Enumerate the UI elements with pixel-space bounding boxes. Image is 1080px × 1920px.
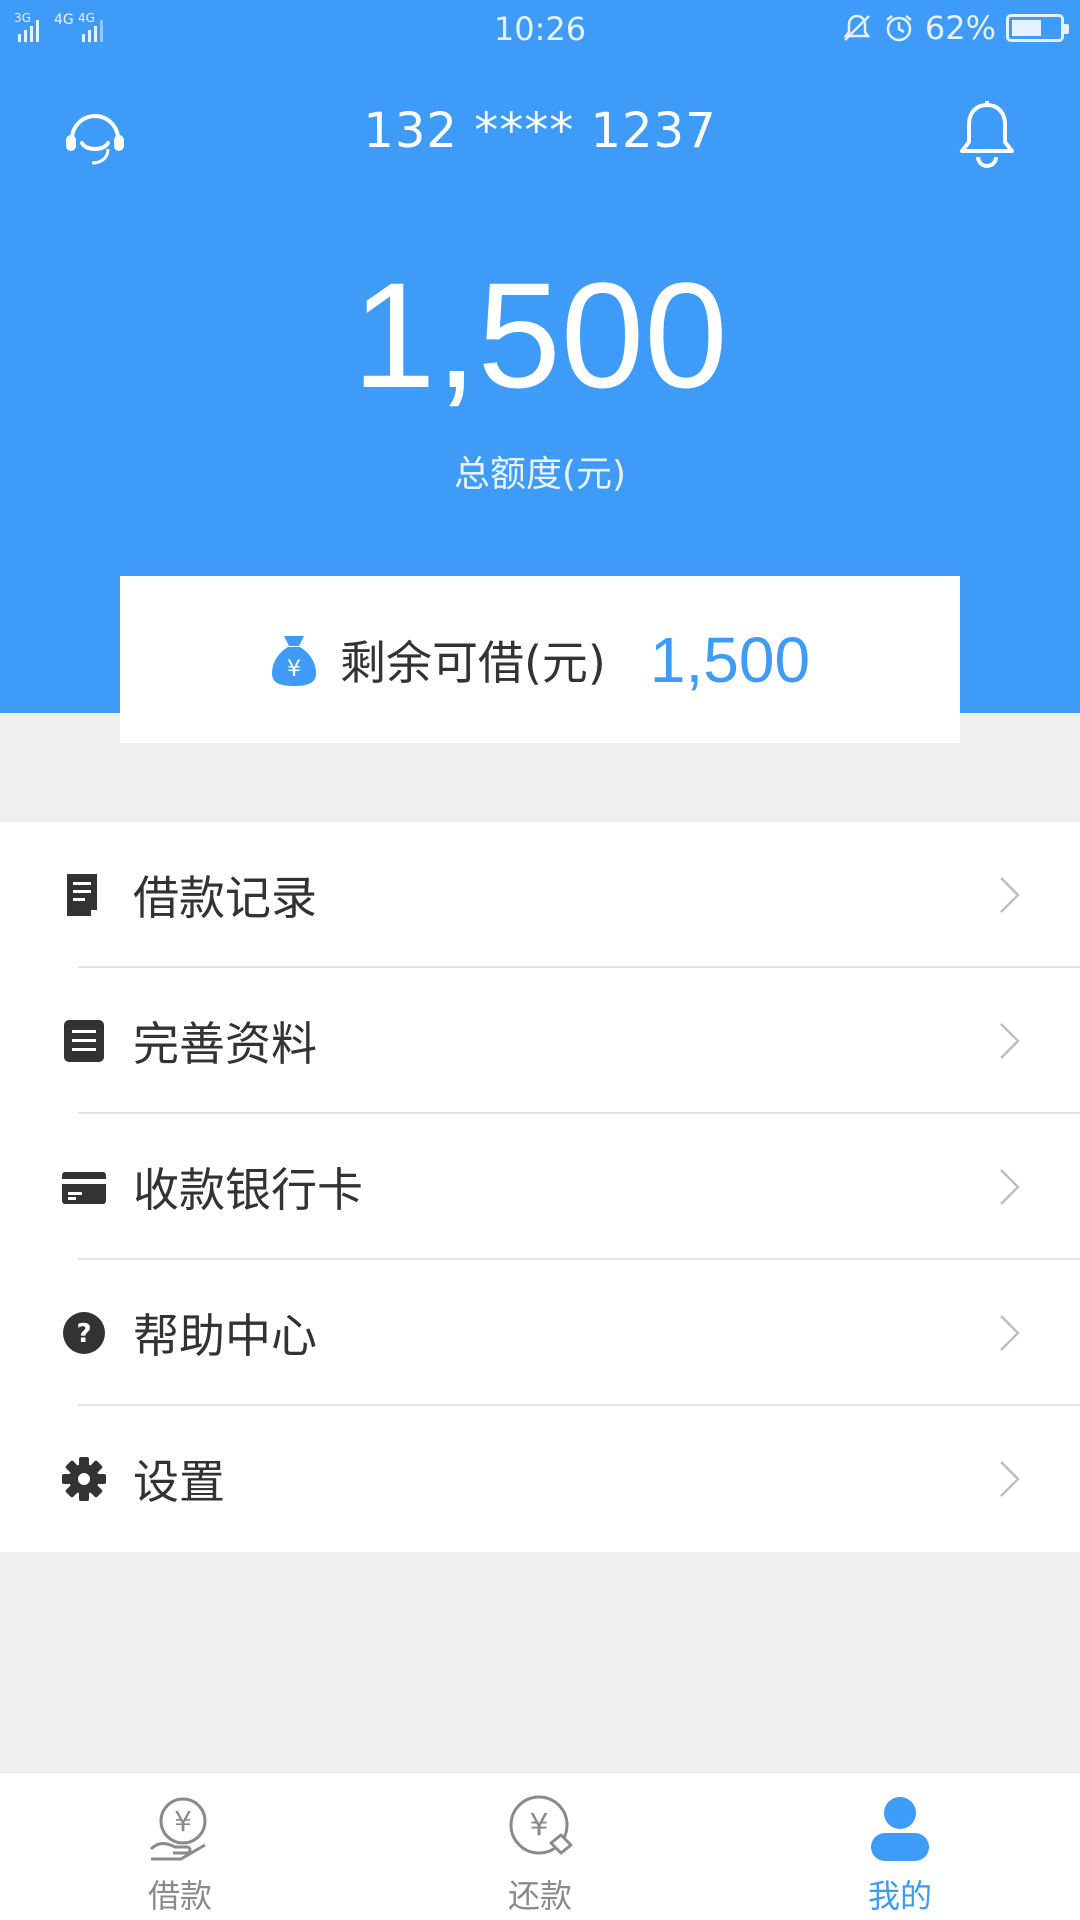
menu-item-loan-records[interactable]: 借款记录 [0,822,1080,968]
chevron-right-icon [1000,877,1020,913]
chevron-right-icon [1000,1023,1020,1059]
account-menu: 借款记录 完善资料 收款银行卡 ? 帮助中心 设置 [0,822,1080,1552]
tab-repay[interactable]: ¥ 还款 [360,1773,720,1920]
menu-label: 借款记录 [133,871,317,925]
remaining-credit-label: 剩余可借(元) [339,635,606,690]
menu-label: 设置 [133,1455,225,1509]
profile-doc-icon [64,1020,104,1062]
mute-icon [843,14,871,41]
help-icon: ? [63,1312,105,1354]
menu-item-help-center[interactable]: ? 帮助中心 [0,1260,1080,1406]
alarm-icon [886,15,912,42]
notification-bell-icon[interactable] [954,99,1020,171]
bottom-tab-bar: ¥ 借款 ¥ 还款 我的 [0,1772,1080,1920]
svg-text:¥: ¥ [174,1805,192,1838]
remaining-credit-value: 1,500 [649,623,811,696]
total-amount: 1,500 [352,251,728,419]
menu-label: 完善资料 [133,1017,317,1071]
loan-record-icon [67,874,97,916]
menu-label: 帮助中心 [133,1309,317,1363]
battery-level [1012,20,1041,36]
tab-borrow[interactable]: ¥ 借款 [0,1773,360,1920]
svg-text:?: ? [76,1319,91,1349]
tab-mine[interactable]: 我的 [720,1773,1080,1920]
chevron-right-icon [1000,1461,1020,1497]
remaining-credit-card: ¥ 剩余可借(元) 1,500 [120,576,960,743]
gear-icon [62,1457,106,1501]
bank-card-icon [62,1172,106,1204]
total-amount-label: 总额度(元) [453,454,627,495]
menu-item-bank-card[interactable]: 收款银行卡 [0,1114,1080,1260]
status-bar: 3G 4G 4G 10:26 62% [0,0,1080,60]
phone-number: 132 **** 1237 [363,103,717,159]
top-bar: 132 **** 1237 [0,95,1080,175]
money-bag-icon: ¥ [271,635,316,686]
chevron-right-icon [1000,1169,1020,1205]
battery-icon [1006,14,1069,42]
chevron-right-icon [1000,1315,1020,1351]
tab-label: 我的 [867,1877,932,1915]
repay-icon: ¥ [509,1795,573,1855]
user-icon [871,1797,929,1861]
menu-item-complete-profile[interactable]: 完善资料 [0,968,1080,1114]
menu-item-settings[interactable]: 设置 [0,1406,1080,1552]
svg-text:¥: ¥ [287,657,301,682]
tab-label: 借款 [147,1877,212,1915]
tab-label: 还款 [507,1877,572,1915]
menu-label: 收款银行卡 [133,1163,363,1217]
status-right: 62% [841,8,1069,48]
borrow-icon: ¥ [149,1797,207,1861]
svg-text:¥: ¥ [529,1808,548,1843]
battery-percent: 62% [924,9,996,47]
